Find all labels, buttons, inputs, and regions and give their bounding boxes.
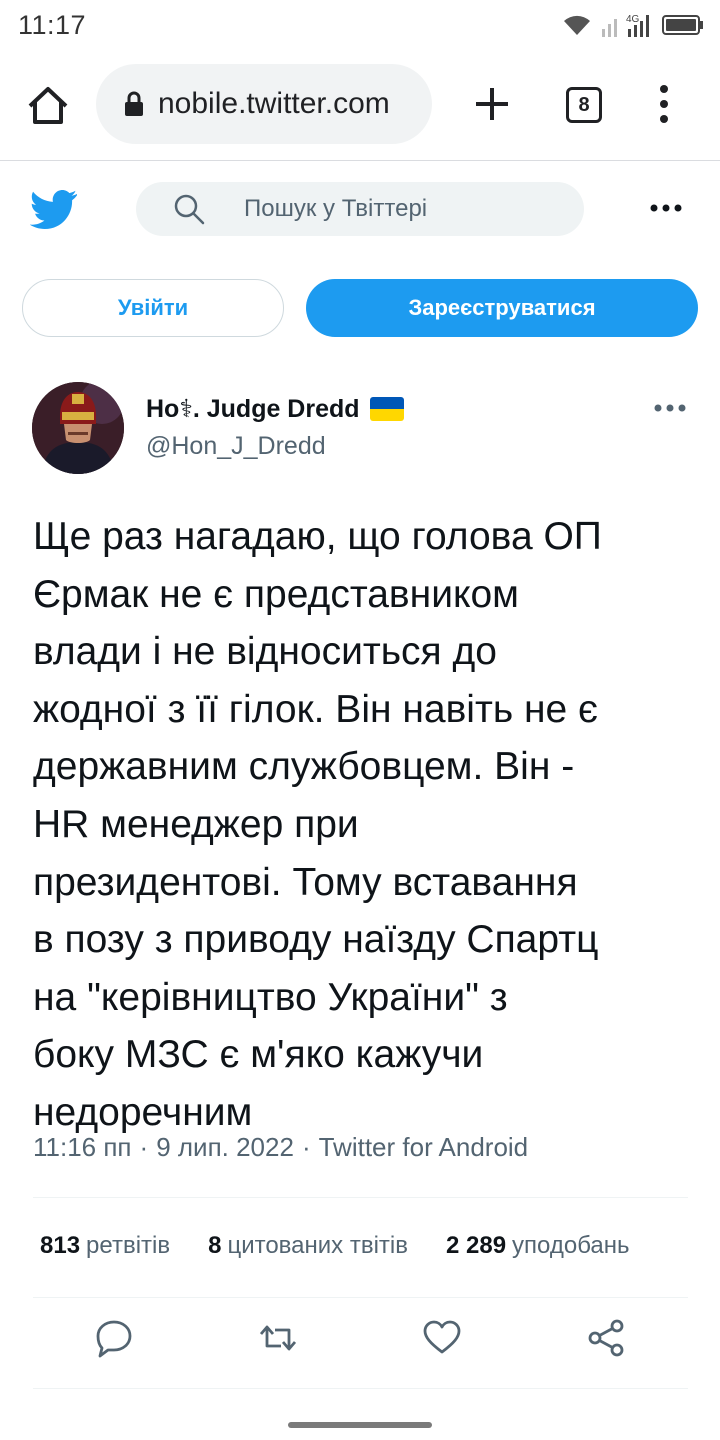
search-input[interactable]: Пошук у Твіттері bbox=[136, 182, 584, 236]
menu-icon[interactable] bbox=[654, 84, 674, 124]
meta-separator: · bbox=[301, 1132, 311, 1162]
quotes-stat[interactable]: 8 цитованих твітів bbox=[208, 1232, 408, 1260]
twitter-header: Пошук у Твіттері bbox=[0, 160, 720, 260]
signal-icon: 4G bbox=[602, 14, 649, 37]
display-name-text: Ho⚕. Judge Dredd bbox=[146, 395, 360, 423]
avatar-image bbox=[32, 382, 124, 474]
tweet-time[interactable]: 11:16 пп bbox=[33, 1132, 132, 1163]
status-time: 11:17 bbox=[18, 9, 87, 40]
retweets-stat[interactable]: 813 ретвітів bbox=[40, 1232, 170, 1260]
ukraine-flag-icon bbox=[369, 397, 404, 421]
search-placeholder: Пошук у Твіттері bbox=[244, 195, 428, 222]
meta-separator: · bbox=[139, 1132, 149, 1162]
network-type: 4G bbox=[626, 14, 640, 25]
user-handle[interactable]: @Hon_J_Dredd bbox=[146, 432, 326, 461]
tweet-meta: 11:16 пп · 9 лип. 2022 · Twitter for And… bbox=[33, 1132, 528, 1163]
reply-icon[interactable] bbox=[94, 1318, 134, 1358]
tweet-stats: 813 ретвітів 8 цитованих твітів 2 289 уподо… bbox=[40, 1232, 630, 1260]
tweet-text: Ще раз нагадаю, що голова ОП Єрмак не є … bbox=[33, 515, 602, 1134]
wifi-icon bbox=[564, 15, 590, 35]
plus-icon[interactable] bbox=[472, 84, 512, 124]
address-bar[interactable]: nobile.twitter.com bbox=[96, 64, 432, 144]
search-icon bbox=[174, 194, 205, 225]
twitter-bird-icon[interactable] bbox=[30, 188, 78, 230]
lock-icon bbox=[125, 91, 143, 116]
avatar[interactable] bbox=[32, 382, 124, 474]
tweet-source[interactable]: Twitter for Android bbox=[319, 1132, 529, 1163]
more-icon[interactable] bbox=[650, 198, 682, 218]
status-bar: 11:17 4G bbox=[0, 0, 720, 50]
home-icon[interactable] bbox=[26, 84, 70, 128]
gesture-nav-handle[interactable] bbox=[288, 1422, 432, 1428]
divider bbox=[33, 1388, 688, 1389]
browser-toolbar: nobile.twitter.com 8 bbox=[0, 60, 720, 161]
url-text: nobile.twitter.com bbox=[158, 87, 390, 120]
login-button[interactable]: Увійти bbox=[22, 279, 284, 337]
retweet-icon[interactable] bbox=[258, 1318, 298, 1358]
battery-icon bbox=[662, 15, 703, 35]
share-icon[interactable] bbox=[586, 1318, 626, 1358]
status-icons: 4G bbox=[562, 11, 704, 39]
signup-button[interactable]: Зареєструватися bbox=[306, 279, 698, 337]
tab-switcher-button[interactable]: 8 bbox=[566, 87, 602, 123]
divider bbox=[33, 1297, 688, 1298]
tweet-date[interactable]: 9 лип. 2022 bbox=[156, 1132, 294, 1163]
more-icon[interactable] bbox=[654, 398, 686, 418]
tweet-actions bbox=[0, 1318, 720, 1368]
like-icon[interactable] bbox=[422, 1318, 462, 1358]
display-name[interactable]: Ho⚕. Judge Dredd bbox=[146, 394, 404, 424]
likes-stat[interactable]: 2 289 уподобань bbox=[446, 1232, 630, 1260]
divider bbox=[33, 1197, 688, 1198]
